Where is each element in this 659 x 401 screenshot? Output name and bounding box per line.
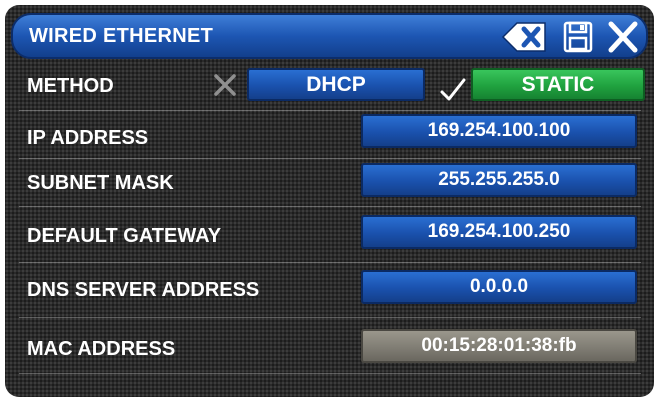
divider bbox=[19, 206, 641, 207]
subnet-mask-label: SUBNET MASK bbox=[27, 172, 174, 194]
mac-address-value: 00:15:28:01:38:fb bbox=[421, 335, 577, 356]
wired-ethernet-screen: WIRED ETHERNET METHOD DHCP STATIC IP ADD… bbox=[5, 5, 654, 397]
static-button[interactable]: STATIC bbox=[471, 68, 645, 101]
checkmark-icon bbox=[439, 77, 467, 108]
dhcp-button-label: DHCP bbox=[306, 72, 366, 96]
divider bbox=[19, 158, 641, 159]
dns-server-field[interactable]: 0.0.0.0 bbox=[361, 270, 637, 304]
subnet-mask-value: 255.255.255.0 bbox=[438, 169, 560, 190]
divider bbox=[19, 317, 641, 318]
default-gateway-field[interactable]: 169.254.100.250 bbox=[361, 215, 637, 249]
divider bbox=[19, 373, 641, 374]
divider bbox=[19, 110, 641, 111]
mac-address-field: 00:15:28:01:38:fb bbox=[361, 329, 637, 363]
page-title: WIRED ETHERNET bbox=[29, 25, 214, 47]
x-mark-icon bbox=[212, 73, 238, 102]
dns-server-label: DNS SERVER ADDRESS bbox=[27, 279, 260, 301]
save-icon[interactable] bbox=[563, 19, 593, 60]
backspace-icon[interactable] bbox=[501, 19, 549, 60]
method-label: METHOD bbox=[27, 75, 114, 97]
divider bbox=[19, 262, 641, 263]
ip-address-value: 169.254.100.100 bbox=[427, 120, 571, 141]
close-icon[interactable] bbox=[605, 19, 641, 60]
title-bar: WIRED ETHERNET bbox=[11, 13, 648, 59]
ip-address-label: IP ADDRESS bbox=[27, 127, 149, 149]
static-button-label: STATIC bbox=[521, 72, 595, 96]
dhcp-button[interactable]: DHCP bbox=[247, 68, 425, 101]
ip-address-field[interactable]: 169.254.100.100 bbox=[361, 114, 637, 148]
default-gateway-label: DEFAULT GATEWAY bbox=[27, 225, 222, 247]
subnet-mask-field[interactable]: 255.255.255.0 bbox=[361, 163, 637, 197]
default-gateway-value: 169.254.100.250 bbox=[427, 221, 571, 242]
dns-server-value: 0.0.0.0 bbox=[469, 276, 529, 297]
mac-address-label: MAC ADDRESS bbox=[27, 338, 176, 360]
